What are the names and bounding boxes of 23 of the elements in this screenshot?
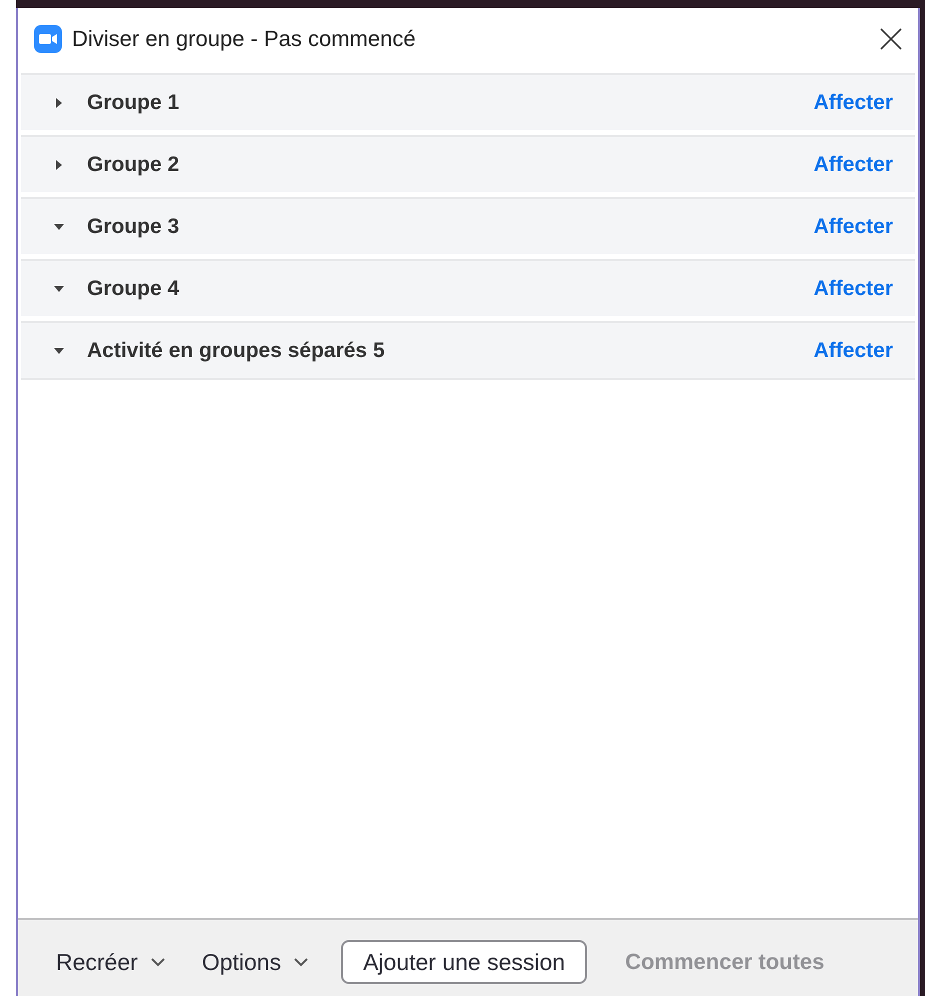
window-title: Diviser en groupe - Pas commencé xyxy=(72,26,417,52)
assign-link[interactable]: Affecter xyxy=(814,338,893,362)
chevron-down-icon xyxy=(293,957,310,967)
group-row[interactable]: Activité en groupes séparés 5 Affecter xyxy=(21,321,915,380)
group-row[interactable]: Groupe 4 Affecter xyxy=(21,259,915,316)
add-session-button[interactable]: Ajouter une session xyxy=(341,940,588,984)
dropdown-button[interactable]: Options xyxy=(198,942,314,982)
group-name: Groupe 3 xyxy=(87,214,180,238)
group-row[interactable]: Groupe 2 Affecter xyxy=(21,135,915,192)
close-icon[interactable] xyxy=(878,26,904,52)
assign-link[interactable]: Affecter xyxy=(814,276,893,300)
chevron-down-icon xyxy=(150,957,166,967)
assign-link[interactable]: Affecter xyxy=(814,214,893,238)
assign-link[interactable]: Affecter xyxy=(814,90,893,114)
group-name: Activité en groupes séparés 5 xyxy=(87,338,386,362)
group-name: Groupe 2 xyxy=(87,152,180,176)
group-row[interactable]: Groupe 3 Affecter xyxy=(21,197,915,254)
group-row[interactable]: Groupe 1 Affecter xyxy=(21,73,915,130)
dropdown-button[interactable]: Recréer xyxy=(52,942,170,982)
group-name: Groupe 1 xyxy=(87,90,180,114)
video-camera-icon xyxy=(34,25,62,53)
assign-link[interactable]: Affecter xyxy=(814,152,893,176)
group-name: Groupe 4 xyxy=(87,276,180,300)
